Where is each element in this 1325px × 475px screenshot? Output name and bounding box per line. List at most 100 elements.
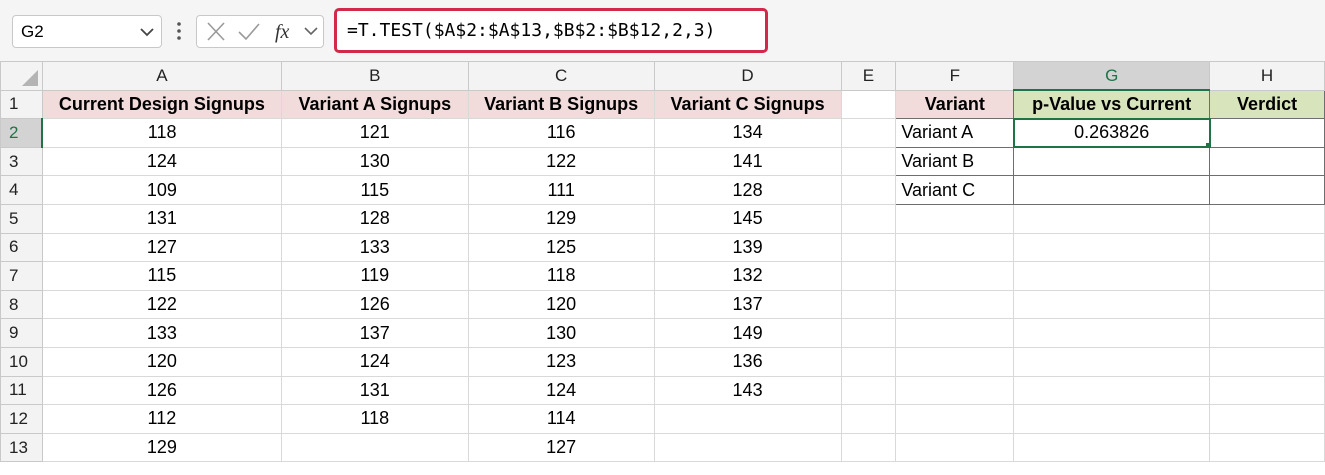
row-header[interactable]: 9 xyxy=(0,318,43,348)
cell-f13[interactable] xyxy=(895,432,1015,463)
cell-f6[interactable] xyxy=(895,232,1015,263)
cell-d13[interactable] xyxy=(653,432,842,463)
cell-c9[interactable]: 130 xyxy=(467,318,655,348)
cell-a2[interactable]: 118 xyxy=(41,118,282,148)
cell-b9[interactable]: 137 xyxy=(280,318,469,348)
chevron-down-icon[interactable] xyxy=(303,16,319,47)
row-header[interactable]: 3 xyxy=(0,146,43,177)
cell-c8[interactable]: 120 xyxy=(467,289,655,320)
cell-b5[interactable]: 128 xyxy=(280,203,469,234)
cell-e7[interactable] xyxy=(840,261,897,291)
cell-f11[interactable] xyxy=(895,375,1015,406)
cell-f5[interactable] xyxy=(895,203,1015,234)
cell-g4[interactable] xyxy=(1013,175,1211,205)
cell-b11[interactable]: 131 xyxy=(280,375,469,406)
cell-c11[interactable]: 124 xyxy=(467,375,655,406)
cell-e13[interactable] xyxy=(840,432,897,463)
cell-c6[interactable]: 125 xyxy=(467,232,655,263)
cell-h9[interactable] xyxy=(1209,318,1325,348)
cell-d3[interactable]: 141 xyxy=(653,146,842,177)
insert-function-icon[interactable]: fx xyxy=(273,16,297,47)
cell-d12[interactable] xyxy=(653,404,842,434)
cell-d2[interactable]: 134 xyxy=(653,118,842,148)
cell-e5[interactable] xyxy=(840,203,897,234)
cell-e6[interactable] xyxy=(840,232,897,263)
cell-h2[interactable] xyxy=(1209,118,1325,148)
column-header-d[interactable]: D xyxy=(653,61,842,91)
cell-b4[interactable]: 115 xyxy=(280,175,469,205)
cell-d6[interactable]: 139 xyxy=(653,232,842,263)
cell-a11[interactable]: 126 xyxy=(41,375,282,406)
cell-h13[interactable] xyxy=(1209,432,1325,463)
cell-c2[interactable]: 116 xyxy=(467,118,655,148)
cell-e3[interactable] xyxy=(840,146,897,177)
cell-e8[interactable] xyxy=(840,289,897,320)
cell-a9[interactable]: 133 xyxy=(41,318,282,348)
cell-d10[interactable]: 136 xyxy=(653,346,842,377)
cell-h12[interactable] xyxy=(1209,404,1325,434)
cell-g12[interactable] xyxy=(1013,404,1211,434)
cell-c10[interactable]: 123 xyxy=(467,346,655,377)
cell-a7[interactable]: 115 xyxy=(41,261,282,291)
cell-g10[interactable] xyxy=(1013,346,1211,377)
cell-h10[interactable] xyxy=(1209,346,1325,377)
more-options-icon[interactable] xyxy=(176,22,182,40)
row-header[interactable]: 12 xyxy=(0,404,43,434)
cell-e10[interactable] xyxy=(840,346,897,377)
cell-c4[interactable]: 111 xyxy=(467,175,655,205)
enter-check-icon[interactable] xyxy=(237,16,261,47)
column-header-g[interactable]: G xyxy=(1013,61,1211,92)
column-header-a[interactable]: A xyxy=(41,61,282,91)
cell-g13[interactable] xyxy=(1013,432,1211,463)
cell-c12[interactable]: 114 xyxy=(467,404,655,434)
name-box[interactable]: G2 xyxy=(12,15,162,48)
cell-b1[interactable]: Variant A Signups xyxy=(280,89,469,120)
formula-input[interactable]: =T.TEST($A$2:$A$13,$B$2:$B$12,2,3) xyxy=(334,8,768,53)
column-header-e[interactable]: E xyxy=(840,61,897,91)
row-header[interactable]: 13 xyxy=(0,432,43,463)
cell-b3[interactable]: 130 xyxy=(280,146,469,177)
cell-a13[interactable]: 129 xyxy=(41,432,282,463)
cell-f10[interactable] xyxy=(895,346,1015,377)
row-header[interactable]: 5 xyxy=(0,203,43,234)
cell-e11[interactable] xyxy=(840,375,897,406)
cell-a4[interactable]: 109 xyxy=(41,175,282,205)
cell-a3[interactable]: 124 xyxy=(41,146,282,177)
cell-e12[interactable] xyxy=(840,404,897,434)
cell-c1[interactable]: Variant B Signups xyxy=(467,89,655,120)
cell-c5[interactable]: 129 xyxy=(467,203,655,234)
cell-f12[interactable] xyxy=(895,404,1015,434)
cell-h4[interactable] xyxy=(1209,175,1325,205)
row-header[interactable]: 1 xyxy=(0,89,43,120)
cell-f4[interactable]: Variant C xyxy=(895,175,1015,205)
cell-e4[interactable] xyxy=(840,175,897,205)
cell-b12[interactable]: 118 xyxy=(280,404,469,434)
cell-g11[interactable] xyxy=(1013,375,1211,406)
cell-g3[interactable] xyxy=(1013,146,1211,177)
cell-a5[interactable]: 131 xyxy=(41,203,282,234)
column-header-h[interactable]: H xyxy=(1209,61,1325,91)
fill-handle[interactable] xyxy=(1204,142,1208,146)
cell-g5[interactable] xyxy=(1013,203,1211,234)
cell-f2[interactable]: Variant A xyxy=(895,118,1015,148)
cell-g7[interactable] xyxy=(1013,261,1211,291)
row-header[interactable]: 11 xyxy=(0,375,43,406)
row-header[interactable]: 6 xyxy=(0,232,43,263)
column-header-b[interactable]: B xyxy=(280,61,469,91)
cell-b13[interactable] xyxy=(280,432,469,463)
cell-b7[interactable]: 119 xyxy=(280,261,469,291)
chevron-down-icon[interactable] xyxy=(139,26,155,38)
cell-d11[interactable]: 143 xyxy=(653,375,842,406)
cell-a10[interactable]: 120 xyxy=(41,346,282,377)
column-header-f[interactable]: F xyxy=(895,61,1015,91)
cell-d5[interactable]: 145 xyxy=(653,203,842,234)
cell-h5[interactable] xyxy=(1209,203,1325,234)
cell-f3[interactable]: Variant B xyxy=(895,146,1015,177)
cell-a8[interactable]: 122 xyxy=(41,289,282,320)
column-header-c[interactable]: C xyxy=(467,61,655,91)
cell-h3[interactable] xyxy=(1209,146,1325,177)
row-header[interactable]: 8 xyxy=(0,289,43,320)
cell-f7[interactable] xyxy=(895,261,1015,291)
cell-b10[interactable]: 124 xyxy=(280,346,469,377)
cell-c3[interactable]: 122 xyxy=(467,146,655,177)
